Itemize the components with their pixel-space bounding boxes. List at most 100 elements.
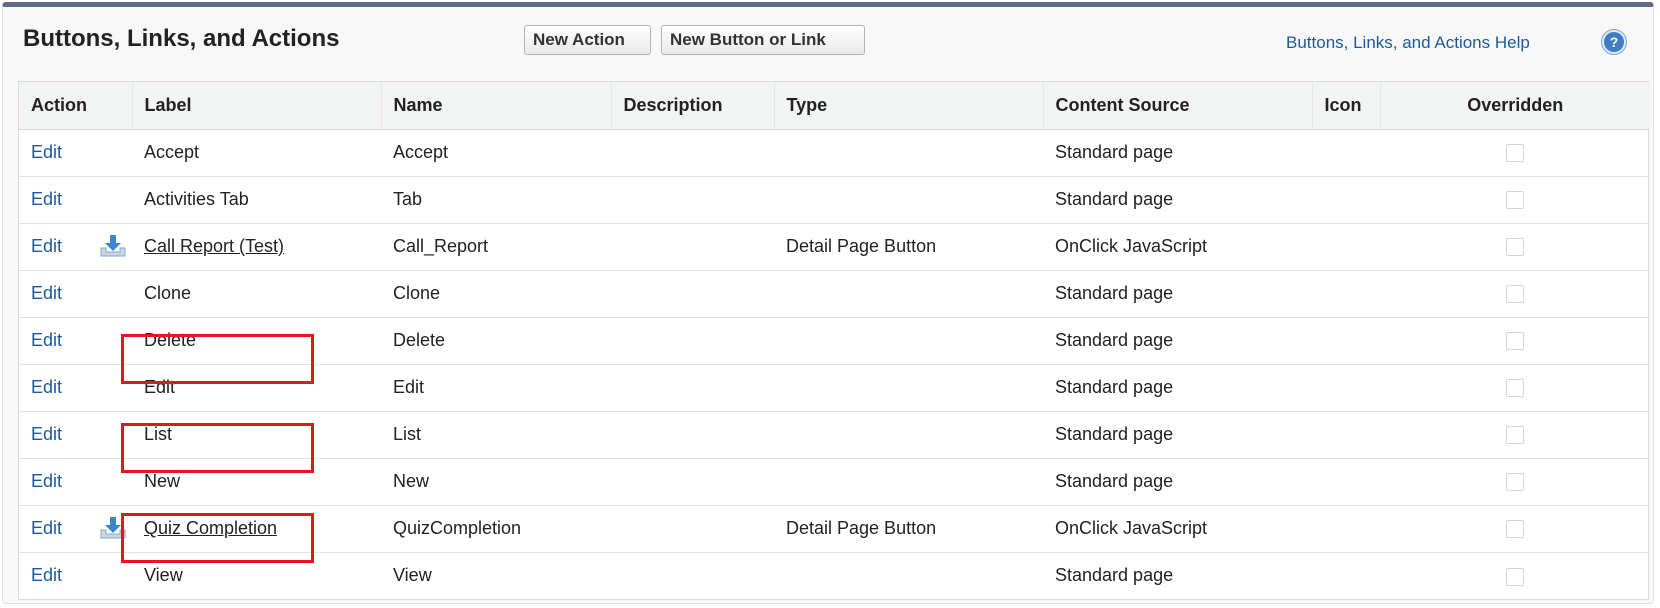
table-cell — [611, 223, 774, 271]
table-cell — [1380, 458, 1650, 506]
column-header-description[interactable]: Description — [610, 82, 774, 130]
table-row: Edit Call Report (Test) Call_Report Detail … — [19, 223, 1650, 271]
table-cell: Quiz Completion — [100, 505, 381, 553]
table-cell: Edit — [19, 317, 132, 365]
download-arrow-icon — [100, 234, 126, 258]
table-cell — [1312, 505, 1380, 553]
table-cell: Standard page — [1043, 270, 1312, 318]
table-cell — [1380, 364, 1650, 412]
download-arrow-icon — [100, 516, 126, 540]
table-row: Edit Edit Edit Standard page — [19, 364, 1650, 412]
column-header-type[interactable]: Type — [773, 82, 1043, 130]
table-cell: QuizCompletion — [381, 505, 611, 553]
table-cell: Accept — [381, 129, 611, 177]
label-text: View — [144, 565, 183, 586]
content-source-text: Standard page — [1055, 424, 1174, 444]
edit-link[interactable]: Edit — [31, 330, 62, 350]
table-cell — [1312, 223, 1380, 271]
name-text: Edit — [393, 377, 425, 397]
label-text: Delete — [144, 330, 197, 350]
overridden-checkbox — [1506, 473, 1524, 492]
table-cell: Standard page — [1043, 552, 1312, 599]
actions-table: Action Label Name Description Type Content So… — [18, 81, 1650, 600]
edit-link[interactable]: Edit — [31, 142, 62, 162]
table-cell: OnClick JavaScript — [1043, 223, 1312, 271]
overridden-checkbox — [1506, 144, 1524, 163]
overridden-checkbox — [1506, 332, 1524, 351]
table-cell — [774, 176, 1043, 224]
table-row: Edit Quiz Completion QuizCompletion Detail … — [19, 505, 1650, 553]
table-row: Edit New New Standard page — [19, 458, 1650, 506]
overridden-checkbox — [1506, 567, 1524, 586]
table-cell — [611, 505, 774, 553]
table-cell: Call Report (Test) — [100, 223, 381, 271]
table-cell — [774, 552, 1043, 599]
content-source-text: Standard page — [1055, 189, 1174, 209]
name-text: New — [393, 471, 430, 491]
name-text: Call_Report — [393, 236, 489, 256]
edit-link[interactable]: Edit — [31, 471, 62, 491]
column-header-name[interactable]: Name — [380, 82, 611, 130]
name-text: Clone — [393, 283, 441, 303]
overridden-checkbox — [1506, 426, 1524, 445]
table-cell: Activities Tab — [132, 176, 381, 224]
table-cell: Edit — [19, 129, 132, 177]
table-cell — [1380, 176, 1650, 224]
content-source-text: Standard page — [1055, 283, 1174, 303]
edit-link[interactable]: Edit — [31, 283, 62, 303]
table-cell: New — [132, 458, 381, 506]
column-header-overridden[interactable]: Overridden — [1379, 82, 1650, 130]
column-header-content-source[interactable]: Content Source — [1042, 82, 1312, 130]
table-cell — [1380, 505, 1650, 553]
table-cell: View — [381, 552, 611, 599]
content-source-text: Standard page — [1055, 142, 1174, 162]
table-cell: Standard page — [1043, 458, 1312, 506]
table-cell — [1312, 411, 1380, 459]
table-cell: Call_Report — [381, 223, 611, 271]
column-header-label[interactable]: Label — [131, 82, 381, 130]
table-row: Edit List List Standard page — [19, 411, 1650, 459]
help-link[interactable]: Buttons, Links, and Actions Help — [1286, 33, 1530, 53]
overridden-checkbox — [1506, 379, 1524, 398]
name-text: QuizCompletion — [393, 518, 522, 538]
table-cell — [1312, 364, 1380, 412]
table-cell: Delete — [381, 317, 611, 365]
table-cell: Clone — [132, 270, 381, 318]
edit-link[interactable]: Edit — [31, 424, 62, 444]
table-cell — [611, 552, 774, 599]
edit-link[interactable]: Edit — [31, 236, 62, 256]
table-cell: Detail Page Button — [774, 505, 1043, 553]
name-text: Accept — [393, 142, 449, 162]
label-text: List — [144, 424, 173, 444]
column-header-icon[interactable]: Icon — [1311, 82, 1380, 130]
table-cell — [1312, 129, 1380, 177]
new-button-or-link-button[interactable]: New Button or Link — [661, 25, 865, 55]
table-cell — [1380, 223, 1650, 271]
overridden-checkbox — [1506, 238, 1524, 257]
table-cell: Standard page — [1043, 364, 1312, 412]
new-action-button[interactable]: New Action — [524, 25, 651, 55]
table-cell: List — [132, 411, 381, 459]
table-cell — [774, 458, 1043, 506]
edit-link[interactable]: Edit — [31, 189, 62, 209]
type-text: Detail Page Button — [786, 518, 937, 538]
table-cell — [1380, 270, 1650, 318]
page-title: Buttons, Links, and Actions — [23, 25, 340, 52]
content-source-text: Standard page — [1055, 565, 1174, 586]
edit-link[interactable]: Edit — [31, 377, 62, 397]
overridden-checkbox — [1506, 285, 1524, 304]
edit-link[interactable]: Edit — [31, 518, 62, 538]
column-header-action[interactable]: Action — [19, 82, 132, 130]
table-cell: OnClick JavaScript — [1043, 505, 1312, 553]
edit-link[interactable]: Edit — [31, 565, 62, 585]
table-cell — [1380, 411, 1650, 459]
label-link[interactable]: Quiz Completion — [144, 518, 277, 538]
table-cell: Accept — [132, 129, 381, 177]
table-row: Edit View View Standard page — [19, 552, 1650, 599]
table-cell: Tab — [381, 176, 611, 224]
label-link[interactable]: Call Report (Test) — [144, 236, 284, 256]
table-cell: Standard page — [1043, 317, 1312, 365]
table-cell: Standard page — [1043, 411, 1312, 459]
label-text: Accept — [144, 142, 200, 162]
help-icon[interactable]: ? — [1601, 29, 1627, 55]
